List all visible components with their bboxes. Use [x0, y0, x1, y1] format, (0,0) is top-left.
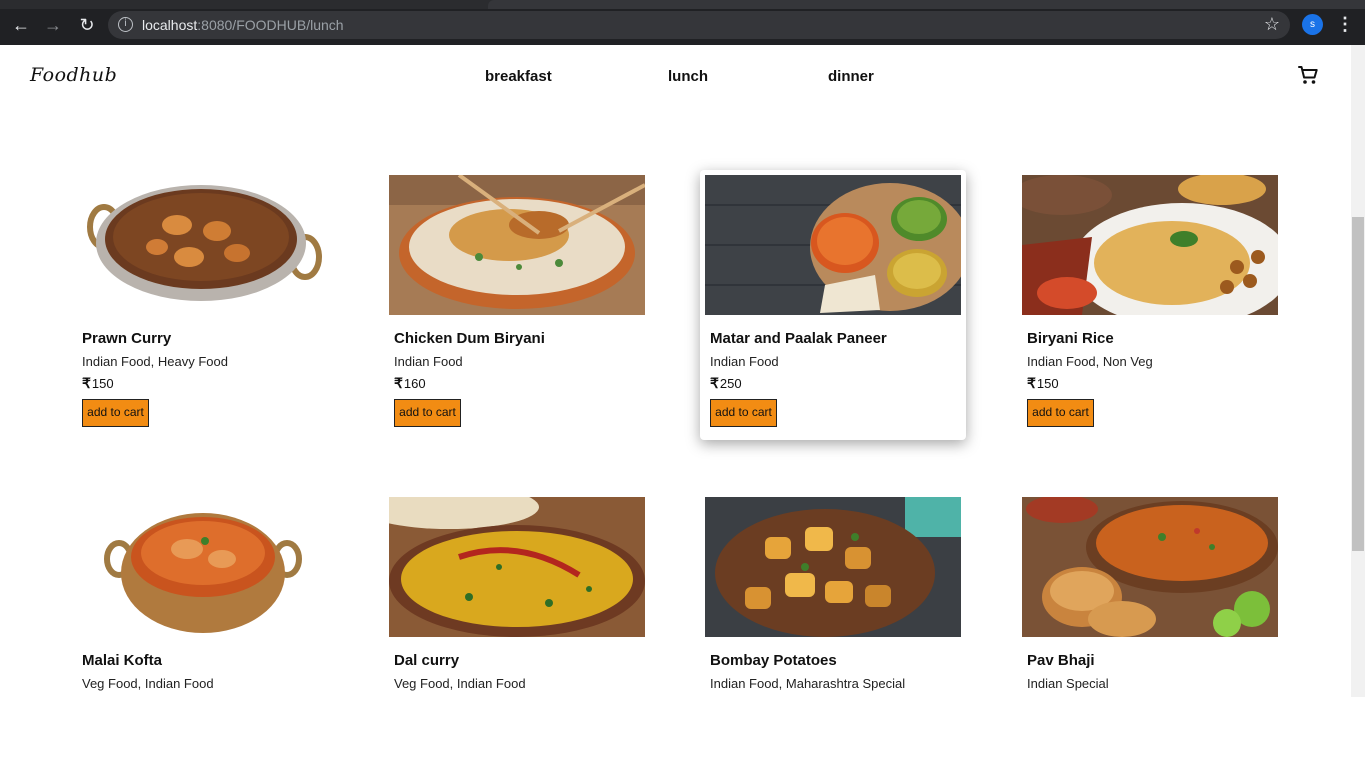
food-photo	[389, 175, 645, 315]
food-name: Pav Bhaji	[1027, 652, 1095, 669]
food-name: Chicken Dum Biryani	[394, 330, 545, 347]
food-price: ₹150	[82, 375, 114, 392]
food-name: Matar and Paalak Paneer	[710, 330, 887, 347]
add-to-cart-button[interactable]: add to cart	[82, 399, 149, 427]
address-bar[interactable]: i localhost:8080/FOODHUB/lunch ☆	[108, 11, 1290, 39]
food-price: ₹150	[1027, 375, 1059, 392]
food-price: ₹250	[710, 375, 742, 392]
food-card: Malai Kofta Veg Food, Indian Food	[72, 492, 338, 762]
food-card: Matar and Paalak Paneer Indian Food ₹250…	[700, 170, 966, 440]
food-tags: Indian Food	[710, 354, 779, 369]
food-name: Bombay Potatoes	[710, 652, 837, 669]
food-photo	[77, 175, 333, 315]
rupee-symbol: ₹	[82, 375, 91, 391]
site-info-icon[interactable]: i	[118, 17, 133, 32]
url-path: :8080/FOODHUB/lunch	[197, 17, 344, 33]
nav-dinner[interactable]: dinner	[828, 68, 874, 85]
food-photo	[1022, 497, 1278, 637]
rupee-symbol: ₹	[394, 375, 403, 391]
food-photo	[705, 175, 961, 315]
nav-lunch[interactable]: lunch	[668, 68, 708, 85]
price-value: 150	[91, 376, 114, 391]
add-to-cart-button[interactable]: add to cart	[394, 399, 461, 427]
browser-toolbar: ← → ↻ i localhost:8080/FOODHUB/lunch ☆ s…	[0, 0, 1365, 45]
food-photo	[705, 497, 961, 637]
food-tags: Indian Food, Non Veg	[1027, 354, 1153, 369]
price-value: 250	[719, 376, 742, 391]
page-scrollbar[interactable]	[1351, 45, 1365, 697]
food-photo	[77, 497, 333, 637]
add-to-cart-button[interactable]: add to cart	[710, 399, 777, 427]
url-host: localhost	[142, 17, 198, 33]
price-value: 160	[403, 376, 426, 391]
food-name: Dal curry	[394, 652, 460, 669]
food-name: Biryani Rice	[1027, 330, 1114, 347]
food-tags: Indian Food, Heavy Food	[82, 354, 228, 369]
food-name: Malai Kofta	[82, 652, 163, 669]
rupee-symbol: ₹	[710, 375, 719, 391]
food-tags: Indian Special	[1027, 676, 1109, 691]
price-value: 150	[1036, 376, 1059, 391]
food-price: ₹160	[394, 375, 426, 392]
food-tags: Indian Food, Maharashtra Special	[710, 676, 906, 691]
food-card: Pav Bhaji Indian Special	[1017, 492, 1283, 762]
food-tags: Veg Food, Indian Food	[82, 676, 214, 691]
food-card: Dal curry Veg Food, Indian Food	[384, 492, 650, 762]
shopping-cart-icon[interactable]	[1296, 63, 1320, 87]
forward-icon[interactable]: →	[42, 14, 64, 36]
back-icon[interactable]: ←	[10, 14, 32, 36]
food-tags: Indian Food	[394, 354, 463, 369]
profile-avatar[interactable]: s	[1302, 14, 1323, 35]
site-logo[interactable]: Foodhub	[30, 64, 117, 86]
bookmark-star-icon[interactable]: ☆	[1264, 14, 1280, 35]
url-text[interactable]: localhost:8080/FOODHUB/lunch	[142, 17, 344, 33]
food-tags: Veg Food, Indian Food	[394, 676, 526, 691]
rupee-symbol: ₹	[1027, 375, 1036, 391]
food-card: Chicken Dum Biryani Indian Food ₹160 add…	[384, 170, 650, 440]
food-card: Bombay Potatoes Indian Food, Maharashtra…	[700, 492, 966, 762]
tab-strip	[0, 0, 1365, 9]
food-name: Prawn Curry	[82, 330, 172, 347]
food-photo	[1022, 175, 1278, 315]
food-card: Biryani Rice Indian Food, Non Veg ₹150 a…	[1017, 170, 1283, 440]
add-to-cart-button[interactable]: add to cart	[1027, 399, 1094, 427]
scrollbar-thumb[interactable]	[1352, 217, 1364, 551]
food-photo	[389, 497, 645, 637]
nav-breakfast[interactable]: breakfast	[485, 68, 552, 85]
food-card: Prawn Curry Indian Food, Heavy Food ₹150…	[72, 170, 338, 440]
browser-menu-icon[interactable]: ⋮	[1336, 14, 1354, 36]
reload-icon[interactable]: ↻	[76, 14, 98, 36]
